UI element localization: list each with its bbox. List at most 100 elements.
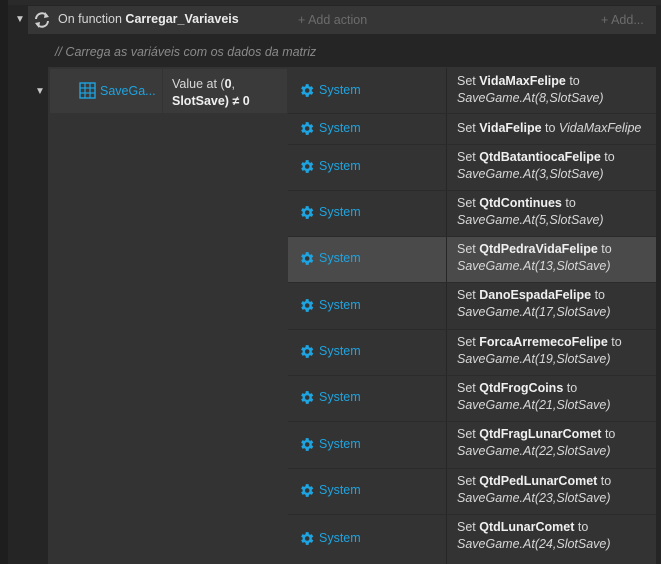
action-object-name[interactable]: System	[319, 205, 361, 219]
add-menu-link[interactable]: + Add...	[601, 13, 644, 27]
action-set-word: Set	[457, 196, 480, 210]
gear-icon	[298, 482, 315, 502]
gear-icon	[298, 120, 315, 140]
action-object-name[interactable]: System	[319, 390, 361, 404]
previous-event-edge	[8, 0, 661, 5]
action-to-word: to	[561, 196, 576, 210]
action-expression: SaveGame.At(8,SlotSave)	[457, 91, 604, 105]
action-column-divider	[446, 68, 447, 113]
action-to-word: to	[607, 335, 622, 349]
action-text[interactable]: Set DanoEspadaFelipe to SaveGame.At(17,Sl…	[457, 287, 653, 321]
action-expression: SaveGame.At(22,SlotSave)	[457, 444, 611, 458]
action-variable: VidaFelipe	[479, 121, 542, 135]
action-row-divider	[288, 421, 656, 422]
action-column-divider	[446, 144, 447, 190]
action-row-divider	[288, 113, 656, 114]
action-text[interactable]: Set QtdFragLunarComet to SaveGame.At(22,S…	[457, 426, 653, 460]
action-set-word: Set	[457, 150, 480, 164]
action-column-divider	[446, 421, 447, 468]
action-to-word: to	[563, 381, 578, 395]
function-title: On function Carregar_Variaveis	[58, 12, 239, 26]
action-row-divider	[288, 329, 656, 330]
action-text[interactable]: Set QtdBatantiocaFelipe to SaveGame.At(3,…	[457, 149, 653, 183]
function-name: Carregar_Variaveis	[125, 12, 239, 26]
action-column-divider	[446, 236, 447, 282]
action-row-divider	[288, 375, 656, 376]
action-to-word: to	[597, 242, 612, 256]
action-text[interactable]: Set VidaFelipe to VidaMaxFelipe	[457, 120, 653, 137]
gear-icon	[298, 343, 315, 363]
condition-text[interactable]: Value at (0, SlotSave) ≠ 0	[172, 76, 250, 110]
action-to-word: to	[601, 427, 616, 441]
action-object-name[interactable]: System	[319, 121, 361, 135]
action-variable: QtdPedraVidaFelipe	[479, 242, 598, 256]
action-set-word: Set	[457, 520, 480, 534]
gear-icon	[298, 530, 315, 550]
action-object-name[interactable]: System	[319, 437, 361, 451]
gear-icon	[298, 297, 315, 317]
condition-part: Value at (	[172, 77, 225, 91]
action-set-word: Set	[457, 427, 480, 441]
action-expression: SaveGame.At(3,SlotSave)	[457, 167, 604, 181]
action-row-divider	[288, 236, 656, 237]
condition-object-name[interactable]: SaveGa...	[100, 84, 156, 98]
action-object-name[interactable]: System	[319, 298, 361, 312]
action-set-word: Set	[457, 474, 480, 488]
action-column-divider	[446, 468, 447, 514]
action-to-word: to	[597, 474, 612, 488]
event-comment[interactable]: // Carrega as variáveis com os dados da …	[55, 45, 316, 59]
condition-part: ,	[231, 77, 236, 91]
action-column-divider	[446, 190, 447, 236]
action-variable: QtdLunarComet	[479, 520, 575, 534]
action-expression: SaveGame.At(21,SlotSave)	[457, 398, 611, 412]
action-object-name[interactable]: System	[319, 531, 361, 545]
action-column-divider	[446, 329, 447, 375]
action-to-word: to	[565, 74, 580, 88]
action-variable: QtdPedLunarComet	[479, 474, 598, 488]
action-object-name[interactable]: System	[319, 251, 361, 265]
action-column-divider	[446, 113, 447, 144]
action-set-word: Set	[457, 121, 480, 135]
action-text[interactable]: Set QtdFrogCoins to SaveGame.At(21,SlotS…	[457, 380, 653, 414]
action-row-divider	[288, 468, 656, 469]
action-expression: SaveGame.At(5,SlotSave)	[457, 213, 604, 227]
function-loop-icon	[33, 11, 51, 32]
action-set-word: Set	[457, 288, 480, 302]
action-row-divider	[288, 144, 656, 145]
add-action-link[interactable]: + Add action	[298, 13, 367, 27]
action-object-name[interactable]: System	[319, 159, 361, 173]
action-set-word: Set	[457, 74, 480, 88]
gear-icon	[298, 158, 315, 178]
gear-icon	[298, 389, 315, 409]
action-object-name[interactable]: System	[319, 483, 361, 497]
gear-icon	[298, 436, 315, 456]
action-text[interactable]: Set VidaMaxFelipe to SaveGame.At(8,SlotSa…	[457, 73, 653, 107]
action-row-divider	[288, 514, 656, 515]
action-to-word: to	[574, 520, 589, 534]
action-to-word: to	[600, 150, 615, 164]
action-column-divider	[446, 282, 447, 329]
action-variable: QtdFrogCoins	[479, 381, 564, 395]
action-set-word: Set	[457, 381, 480, 395]
action-column-divider	[446, 375, 447, 421]
action-text[interactable]: Set QtdLunarComet to SaveGame.At(24,SlotS…	[457, 519, 653, 553]
action-variable: ForcaArremecoFelipe	[479, 335, 608, 349]
condition-part: SlotSave)	[172, 94, 229, 108]
action-text[interactable]: Set QtdPedraVidaFelipe to SaveGame.At(13,…	[457, 241, 653, 275]
action-text[interactable]: Set QtdContinues to SaveGame.At(5,SlotSa…	[457, 195, 653, 229]
action-object-name[interactable]: System	[319, 83, 361, 97]
collapse-event-triangle-icon[interactable]: ▼	[35, 86, 45, 97]
action-text[interactable]: Set QtdPedLunarComet to SaveGame.At(23,Sl…	[457, 473, 653, 507]
collapse-function-triangle-icon[interactable]: ▼	[15, 14, 25, 25]
action-row-divider	[288, 282, 656, 283]
condition-part: 0	[224, 77, 232, 91]
action-variable: DanoEspadaFelipe	[479, 288, 592, 302]
function-prefix: On function	[58, 12, 122, 26]
action-to-word: to	[591, 288, 605, 302]
action-variable: QtdFragLunarComet	[479, 427, 602, 441]
action-text[interactable]: Set ForcaArremecoFelipe to SaveGame.At(19…	[457, 334, 653, 368]
left-gutter	[0, 0, 8, 564]
gear-icon	[298, 204, 315, 224]
action-variable: QtdBatantiocaFelipe	[479, 150, 601, 164]
action-object-name[interactable]: System	[319, 344, 361, 358]
